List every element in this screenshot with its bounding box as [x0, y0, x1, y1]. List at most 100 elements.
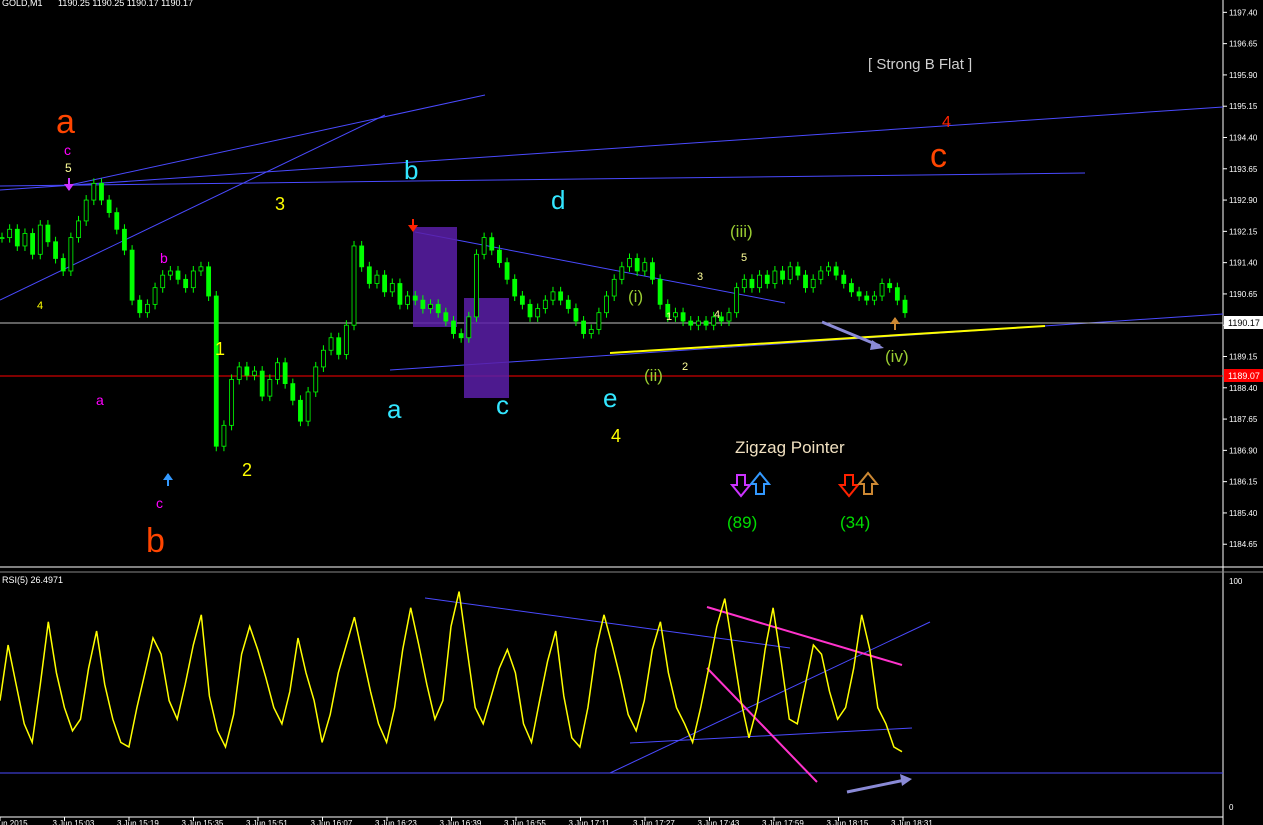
candle-body	[634, 258, 640, 272]
price-tick-label: 1192.90	[1229, 196, 1258, 205]
zigzag-left-value: (89)	[727, 513, 757, 532]
candle-body	[787, 266, 793, 280]
candle-body	[542, 299, 548, 309]
projection-arrow-price	[821, 320, 881, 348]
candle-body	[14, 228, 20, 247]
zigzag-legend-down-red-icon	[837, 474, 861, 498]
candle-body	[137, 299, 143, 314]
candle-body	[122, 228, 127, 251]
wave-label-mag-a: a	[96, 392, 104, 408]
time-tick-label: 3 Jun 16:55	[504, 819, 546, 825]
zigzag-legend-up-orange-icon	[856, 471, 880, 495]
candle-body	[99, 182, 104, 201]
price-tick-label: 1197.40	[1229, 8, 1258, 17]
chart-canvas: 1197.40 1196.65 1195.90 1195.15 1194.40 1193.…	[0, 0, 1263, 825]
price-tick-label: 1196.65	[1229, 40, 1258, 49]
price-tick-label: 1194.40	[1229, 133, 1258, 142]
candle-body	[53, 241, 58, 259]
candle-body	[22, 233, 28, 247]
candle-body	[764, 274, 770, 284]
candle-body	[259, 370, 265, 397]
candle-body	[428, 303, 433, 309]
candle-body	[76, 220, 81, 239]
candle-body	[60, 258, 66, 272]
red-level-label: 1189.07	[1228, 371, 1260, 381]
rsi-tick-label: 0	[1229, 803, 1234, 812]
wave-label-cyan-a: a	[387, 394, 402, 424]
candle-body	[818, 270, 824, 280]
candle-body	[152, 287, 158, 305]
candle-body	[588, 328, 594, 334]
time-tick-label: 3 Jun 17:27	[633, 819, 675, 825]
candle-body	[803, 274, 808, 289]
candle-body	[282, 362, 288, 385]
candle-body	[175, 270, 181, 280]
candle-body	[435, 303, 441, 314]
candle-body	[198, 266, 204, 272]
candle-body	[68, 237, 74, 272]
rsi-axis-ticks: 100 0	[1229, 577, 1243, 812]
rsi-tick-label: 100	[1229, 577, 1243, 586]
current-price-label: 1190.17	[1228, 318, 1260, 328]
wave-label-y3: 3	[275, 194, 285, 214]
candle-body	[397, 283, 403, 305]
candle-body	[826, 266, 831, 272]
zone-rect-2	[464, 298, 509, 398]
time-tick-label: 3 Jun 17:43	[698, 819, 740, 825]
projection-arrow-rsi	[846, 778, 906, 794]
wave-label-b-big: b	[146, 522, 165, 560]
candle-body	[183, 278, 189, 289]
candle-body	[864, 295, 870, 301]
candle-body	[688, 320, 694, 326]
candle-body	[343, 324, 349, 355]
rsi-magenta-upper	[706, 606, 903, 666]
wave-label-ii: (ii)	[644, 366, 663, 385]
candle-body	[902, 299, 908, 314]
candle-body	[596, 312, 602, 330]
price-tick-label: 1195.90	[1229, 71, 1258, 80]
candle-body	[657, 278, 663, 305]
trend-line-upper	[0, 106, 1224, 191]
candle-body	[7, 228, 13, 239]
wave-label-cyan-b: b	[404, 155, 418, 185]
wave-label-y2: 2	[242, 460, 252, 480]
price-tick-label: 1187.65	[1229, 415, 1258, 424]
trend-line-horizontal	[0, 172, 1086, 187]
candle-body	[757, 274, 763, 289]
candle-body	[726, 312, 732, 322]
time-tick-label: 3 Jun 16:23	[375, 819, 417, 825]
price-tick-label: 1191.40	[1229, 259, 1258, 268]
wave-label-iv: (iv)	[885, 347, 909, 366]
time-tick-label: 3 Jun 15:03	[53, 819, 95, 825]
candle-body	[894, 287, 900, 301]
candle-body	[91, 182, 97, 201]
candle-body	[412, 295, 418, 301]
candle-body	[512, 278, 518, 297]
projection-arrowhead-rsi	[900, 774, 912, 786]
time-tick-label: 3 Jun 16:39	[440, 819, 482, 825]
candle-body	[129, 249, 135, 301]
time-tick-label: 3 Jun 2015	[0, 819, 28, 825]
candle-body	[167, 270, 173, 276]
candle-body	[451, 320, 456, 334]
candle-body	[458, 333, 464, 339]
zigzag-right-value: (34)	[840, 513, 870, 532]
candle-body	[389, 283, 395, 293]
rsi-ascending-line	[609, 621, 931, 774]
candle-body	[795, 266, 801, 276]
candle-body	[581, 320, 586, 334]
candle-body	[573, 308, 579, 322]
candle-body	[160, 274, 166, 289]
candle-body	[642, 262, 648, 272]
candle-body	[229, 379, 234, 426]
wave-label-mag-b: b	[160, 250, 168, 266]
price-tick-label: 1190.65	[1229, 290, 1258, 299]
candle-body	[497, 249, 502, 264]
candle-body	[558, 291, 564, 301]
wave-label-red-4: 4	[942, 114, 951, 131]
candle-body	[481, 237, 487, 255]
time-tick-label: 3 Jun 17:59	[762, 819, 804, 825]
candle-body	[290, 383, 296, 401]
wave-label-y1: 1	[215, 339, 225, 359]
rsi-magenta-lower	[706, 667, 818, 783]
